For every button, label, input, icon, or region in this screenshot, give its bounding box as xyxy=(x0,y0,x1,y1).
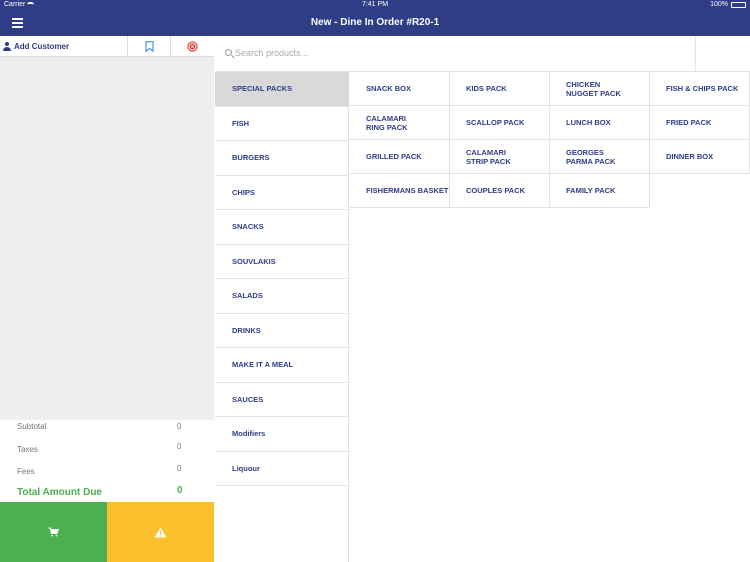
warning-icon xyxy=(154,527,167,537)
category-liquour[interactable]: Liquour xyxy=(215,452,349,486)
category-drinks[interactable]: DRINKS xyxy=(215,314,349,348)
product-tile[interactable]: GRILLED PACK xyxy=(350,140,450,174)
search-icon xyxy=(225,49,232,56)
bookmark-icon xyxy=(144,41,154,52)
product-tile[interactable]: SCALLOP PACK xyxy=(450,106,550,140)
add-customer-button[interactable]: Add Customer xyxy=(0,36,128,57)
category-fish[interactable]: FISH xyxy=(215,107,349,141)
taxes-value: 0 xyxy=(177,442,182,451)
fees-label: Fees xyxy=(17,467,35,476)
totals-section: Subtotal 0 Taxes 0 Fees 0 Total Amount D… xyxy=(0,420,214,502)
product-tile[interactable]: FAMILY PACK xyxy=(550,174,650,208)
product-tile[interactable]: DINNER BOX xyxy=(650,140,750,174)
cart-icon xyxy=(48,527,59,537)
product-tile[interactable]: CALAMARI RING PACK xyxy=(350,106,450,140)
category-salads[interactable]: SALADS xyxy=(215,279,349,314)
category-list: SPECIAL PACKS FISH BURGERS CHIPS SNACKS … xyxy=(215,72,349,562)
category-modifiers[interactable]: Modifiers xyxy=(215,417,349,452)
category-sauces[interactable]: SAUCES xyxy=(215,383,349,417)
battery-percent: 100% xyxy=(710,1,728,8)
subtotal-value: 0 xyxy=(177,422,182,431)
nav-bar: New - Dine In Order #R20-1 xyxy=(0,10,750,36)
product-tile[interactable]: SNACK BOX xyxy=(350,72,450,106)
category-snacks[interactable]: SNACKS xyxy=(215,210,349,245)
battery-indicator: 100% xyxy=(710,1,746,8)
warning-button[interactable] xyxy=(107,502,214,562)
product-tile[interactable]: FRIED PACK xyxy=(650,106,750,140)
category-burgers[interactable]: BURGERS xyxy=(215,141,349,176)
bookmark-button[interactable] xyxy=(128,36,171,57)
search-bar xyxy=(215,36,750,72)
status-bar: Carrier 7:41 PM 100% xyxy=(0,0,750,10)
product-tile[interactable]: COUPLES PACK xyxy=(450,174,550,208)
page-title: New - Dine In Order #R20-1 xyxy=(310,17,440,28)
order-panel: Add Customer Subtotal 0 Taxes 0 Fees 0 T… xyxy=(0,36,214,562)
battery-icon xyxy=(731,1,746,8)
person-icon xyxy=(3,42,11,51)
taxes-label: Taxes xyxy=(17,445,38,454)
add-customer-label: Add Customer xyxy=(14,42,70,51)
order-toolbar: Add Customer xyxy=(0,36,214,57)
category-make-it-a-meal[interactable]: MAKE IT A MEAL xyxy=(215,348,349,383)
product-tile[interactable]: LUNCH BOX xyxy=(550,106,650,140)
search-input[interactable] xyxy=(235,46,675,60)
product-tile[interactable]: FISHERMANS BASKET xyxy=(350,174,450,208)
fees-value: 0 xyxy=(177,464,182,473)
product-tile[interactable]: GEORGES PARMA PACK xyxy=(550,140,650,174)
search-divider xyxy=(695,36,696,72)
category-souvlakis[interactable]: SOUVLAKIS xyxy=(215,245,349,279)
clock: 7:41 PM xyxy=(361,1,389,8)
clear-order-button[interactable] xyxy=(171,36,214,57)
close-circle-icon xyxy=(187,41,198,52)
product-tile[interactable]: CHICKEN NUGGET PACK xyxy=(550,72,650,106)
product-tile[interactable]: FISH & CHIPS PACK xyxy=(650,72,750,106)
category-special-packs[interactable]: SPECIAL PACKS xyxy=(215,72,349,107)
subtotal-label: Subtotal xyxy=(17,422,47,431)
total-due-value: 0 xyxy=(177,485,183,496)
product-tile[interactable]: KIDS PACK xyxy=(450,72,550,106)
product-grid: SNACK BOX KIDS PACK CHICKEN NUGGET PACK … xyxy=(350,72,750,562)
category-chips[interactable]: CHIPS xyxy=(215,176,349,210)
cart-button[interactable] xyxy=(0,502,107,562)
product-tile[interactable]: CALAMARI STRIP PACK xyxy=(450,140,550,174)
total-due-label: Total Amount Due xyxy=(17,487,102,498)
